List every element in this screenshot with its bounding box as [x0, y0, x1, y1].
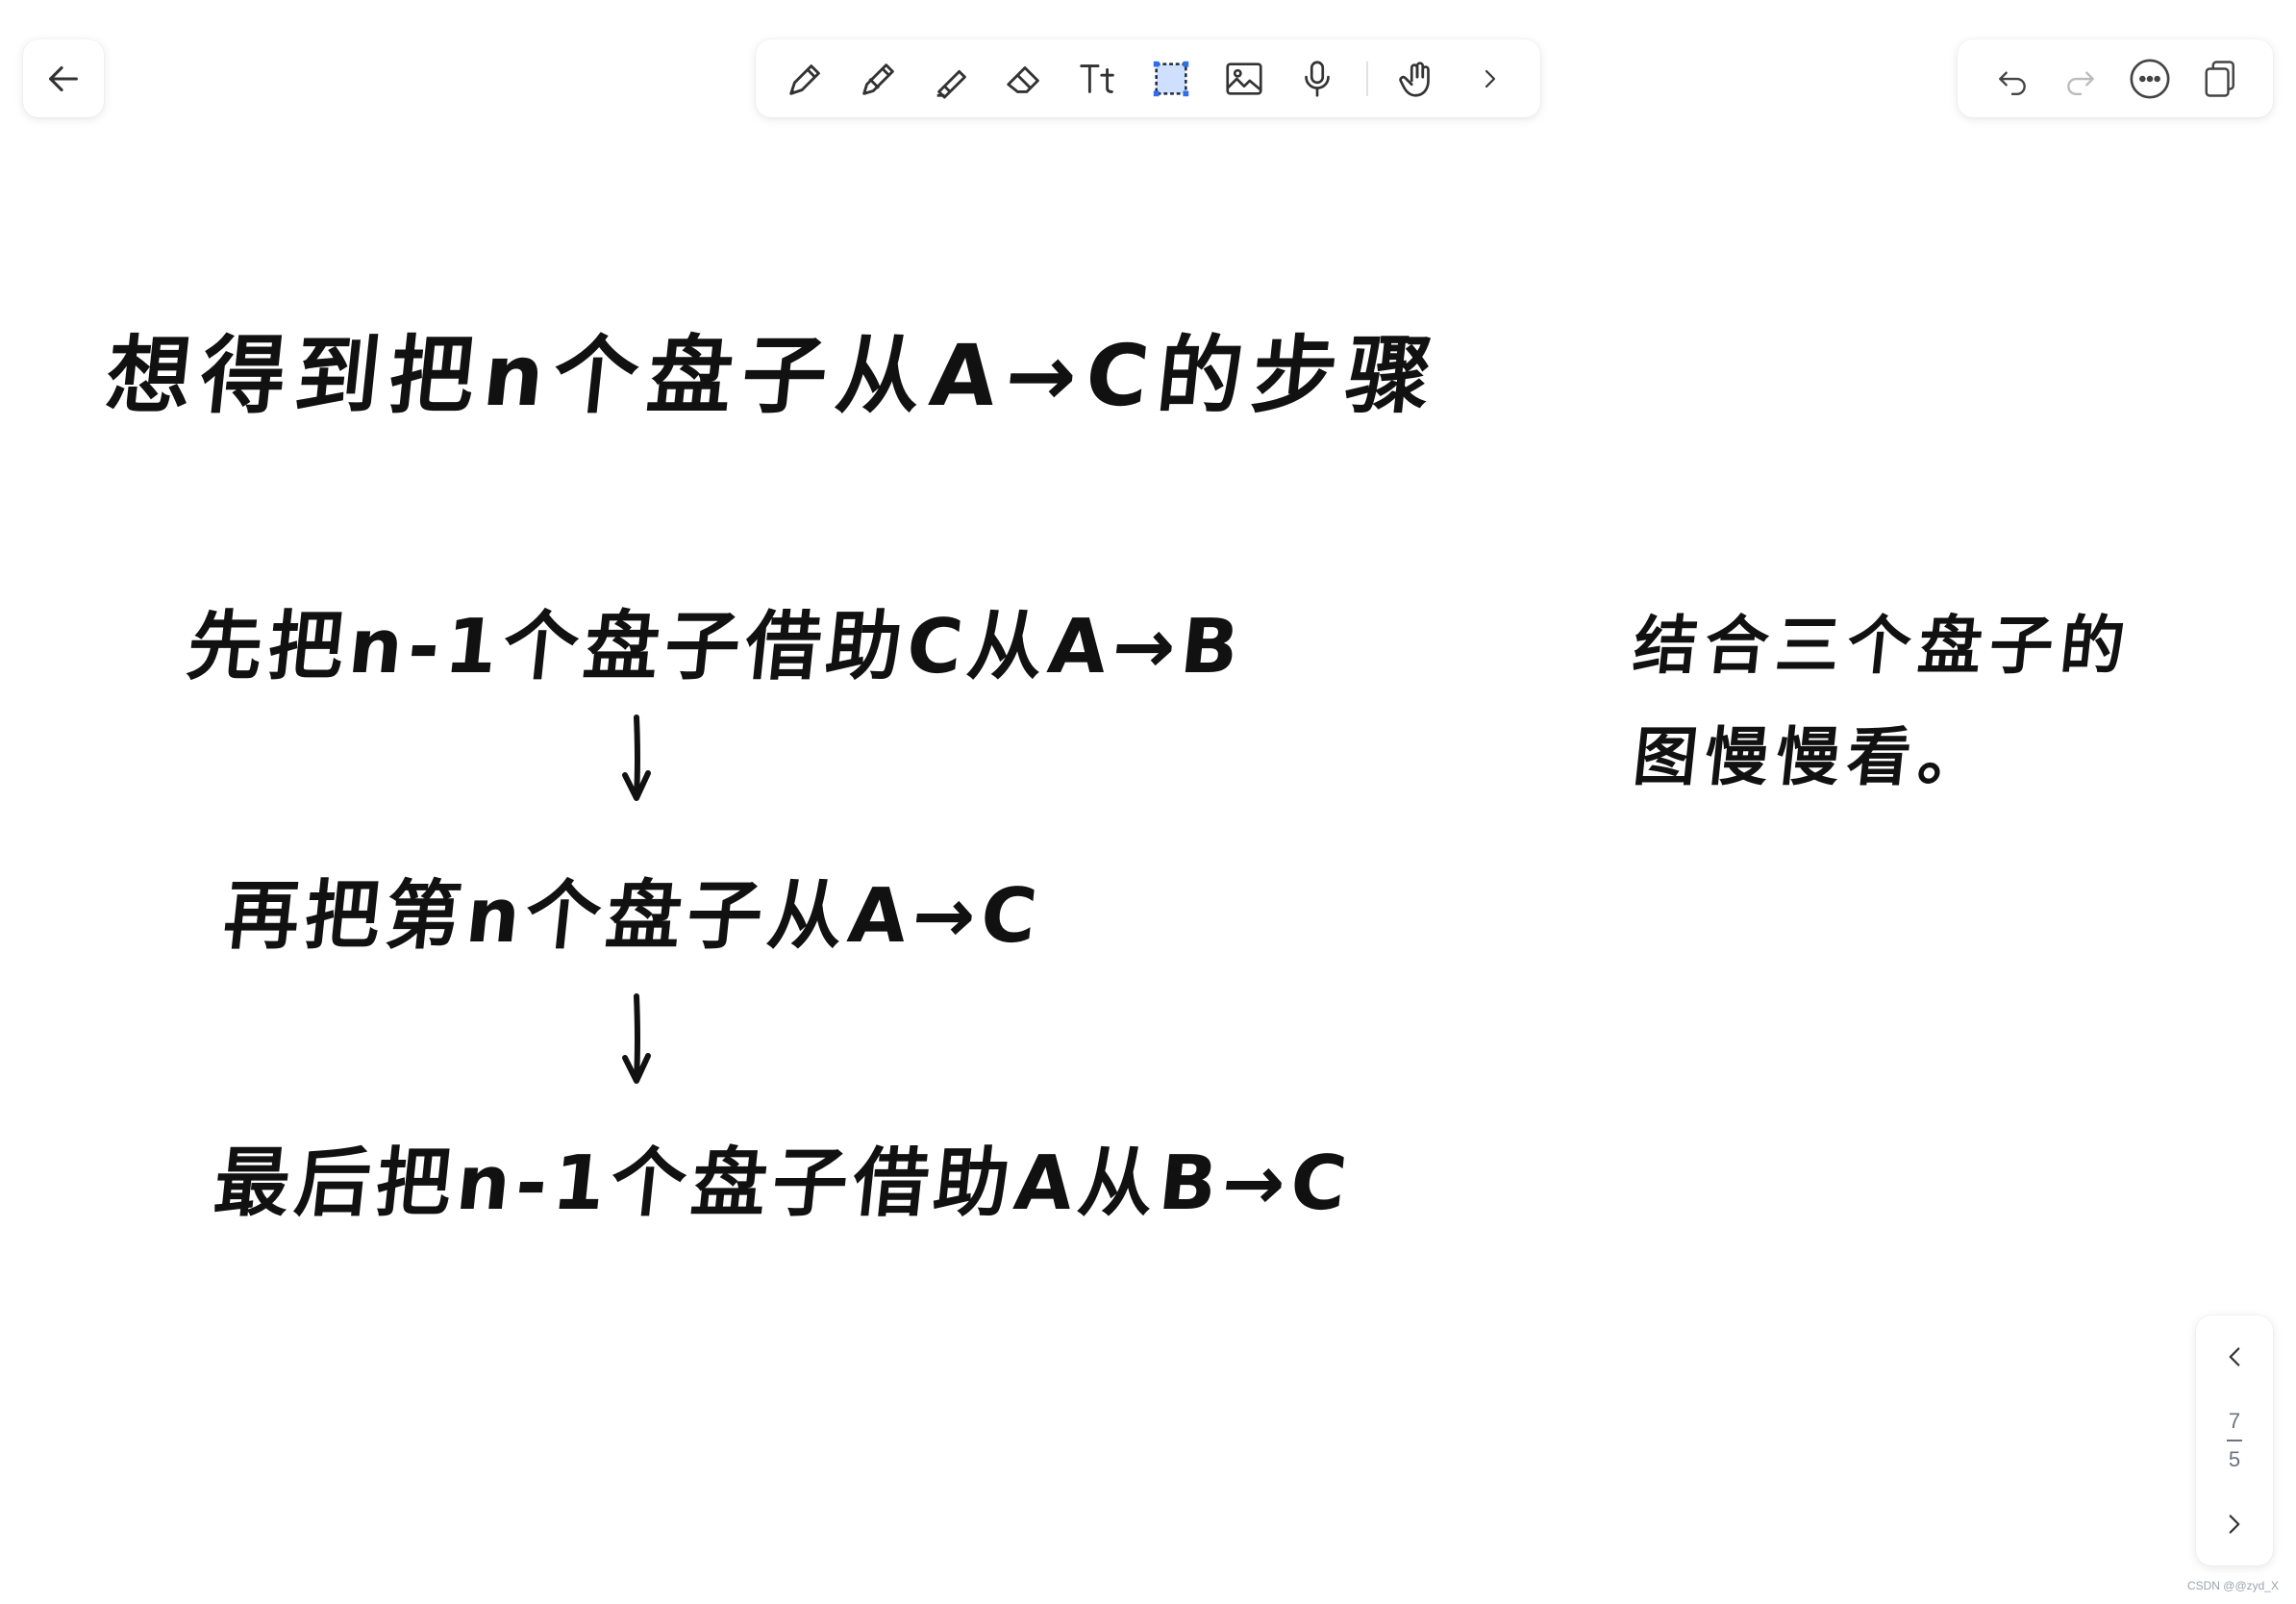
chevron-left-icon — [2229, 1347, 2240, 1366]
canvas-note-line-1: 结合三个盘子的 — [1630, 609, 2136, 683]
undo-icon — [1998, 70, 2026, 95]
microphone-tool-button[interactable] — [1293, 55, 1341, 103]
redo-button[interactable] — [2057, 55, 2105, 103]
total-page-number: 5 — [2228, 1447, 2241, 1471]
image-icon — [1226, 62, 1262, 95]
page-navigator: 7 5 — [2196, 1316, 2273, 1566]
page-fraction-line — [2227, 1440, 2242, 1441]
toolbar-more-button[interactable] — [1466, 55, 1514, 103]
arrow-left-icon — [49, 65, 78, 91]
text-tool-button[interactable] — [1074, 55, 1122, 103]
current-page-number: 7 — [2228, 1409, 2241, 1433]
pages-button[interactable] — [2194, 55, 2242, 103]
highlighter-tool-button[interactable] — [928, 55, 976, 103]
highlighter-icon — [936, 69, 966, 99]
lasso-select-icon — [1153, 61, 1189, 96]
canvas-note-line-2: 图慢慢看。 — [1630, 720, 1994, 794]
eraser-tool-button[interactable] — [1001, 55, 1049, 103]
more-icon — [2130, 58, 2170, 99]
previous-page-button[interactable] — [2210, 1333, 2259, 1381]
whiteboard-page: 想得到把n个盘子从A→C的步骤 先把n-1个盘子借助C从A→B 再把第n个盘子从… — [0, 0, 2296, 1604]
chevron-right-icon — [1485, 69, 1496, 88]
chevron-right-icon — [2229, 1515, 2240, 1534]
canvas-step-1: 先把n-1个盘子借助C从A→B — [183, 604, 1249, 690]
pen-tool-button[interactable] — [782, 55, 830, 103]
image-tool-button[interactable] — [1220, 55, 1268, 103]
next-page-button[interactable] — [2210, 1500, 2259, 1548]
tool-bar — [756, 39, 1540, 117]
canvas-step-3: 最后把n-1个盘子借助A从B→C — [210, 1140, 1357, 1227]
back-panel — [23, 39, 104, 117]
hand-touch-tool-button[interactable] — [1393, 55, 1441, 103]
hand-touch-icon — [1399, 61, 1430, 97]
pencil-icon — [862, 63, 894, 95]
canvas-step-2: 再把第n个盘子从A→C — [219, 873, 1047, 960]
down-arrow-2 — [622, 993, 651, 1084]
lasso-select-tool-button[interactable] — [1147, 55, 1195, 103]
pages-icon — [2205, 60, 2235, 97]
microphone-icon — [1305, 60, 1330, 97]
pen-icon — [789, 63, 820, 95]
watermark-text: CSDN @@zyd_X — [2186, 1579, 2279, 1592]
action-bar — [1958, 39, 2273, 117]
canvas-title: 想得到把n个盘子从A→C的步骤 — [101, 326, 1446, 425]
text-icon — [1080, 63, 1114, 93]
toolbar-divider — [1366, 61, 1368, 96]
redo-icon — [2067, 70, 2095, 95]
down-arrow-1 — [622, 714, 651, 801]
pencil-tool-button[interactable] — [855, 55, 903, 103]
undo-button[interactable] — [1988, 55, 2036, 103]
back-button[interactable] — [39, 55, 87, 103]
eraser-icon — [1007, 65, 1039, 93]
page-indicator: 7 5 — [2227, 1409, 2242, 1472]
more-button[interactable] — [2126, 55, 2174, 103]
